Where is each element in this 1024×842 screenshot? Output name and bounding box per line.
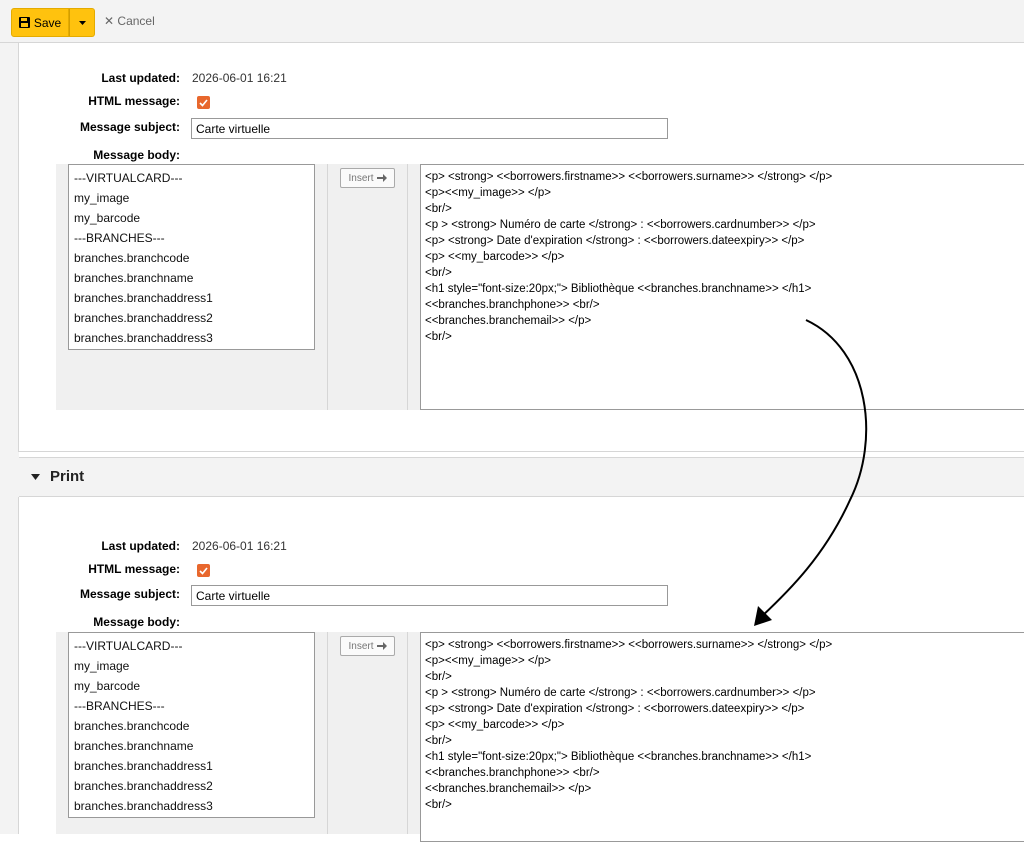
save-button-group: Save [11, 8, 95, 37]
html-message-label: HTML message: [88, 94, 180, 108]
code-line: <h1 style="font-size:20px;"> Bibliothèqu… [425, 283, 812, 295]
insert-label: Insert [348, 640, 374, 652]
code-line: <p> <strong> Date d'expiration </strong>… [425, 235, 805, 247]
close-icon: ✕ [104, 14, 115, 28]
list-item[interactable]: my_barcode [74, 208, 314, 228]
list-item[interactable]: branches.branchcode [74, 716, 314, 736]
list-item[interactable]: branches.branchaddress1 [74, 288, 314, 308]
code-line: <p > <strong> Numéro de carte </strong> … [425, 219, 816, 231]
last-updated-value: 2026-06-01 16:21 [192, 539, 287, 553]
insert-label: Insert [348, 172, 374, 184]
toolbar: Save ✕ Cancel [0, 0, 1024, 43]
column-divider [407, 632, 408, 834]
list-item[interactable]: ---VIRTUALCARD--- [74, 636, 314, 656]
print-section-title: Print [50, 468, 85, 485]
message-body-textarea[interactable]: <p> <strong> <<borrowers.firstname>> <<b… [420, 164, 1024, 410]
column-divider [327, 632, 328, 834]
code-line: <p><<my_image>> </p> [425, 655, 551, 667]
code-line: <p > <strong> Numéro de carte </strong> … [425, 687, 816, 699]
code-line: <br/> [425, 735, 452, 747]
code-line: <p> <strong> Date d'expiration </strong>… [425, 703, 805, 715]
code-line: <br/> [425, 671, 452, 683]
message-subject-label: Message subject: [79, 587, 180, 601]
code-line: <p> <strong> <<borrowers.firstname>> <<b… [425, 639, 833, 651]
cancel-label: Cancel [117, 14, 155, 28]
panel-border [18, 43, 19, 452]
message-subject-input[interactable] [191, 118, 668, 139]
code-line: <br/> [425, 267, 452, 279]
save-button[interactable]: Save [11, 8, 69, 37]
insert-button[interactable]: Insert [340, 636, 395, 656]
message-subject-input[interactable] [191, 585, 668, 606]
save-label: Save [33, 15, 62, 30]
cancel-button[interactable]: ✕ Cancel [104, 14, 155, 28]
arrow-right-icon [376, 642, 387, 650]
left-gutter [0, 43, 19, 834]
message-subject-label: Message subject: [79, 120, 180, 134]
fields-list[interactable]: ---VIRTUALCARD--- my_image my_barcode ---BR… [68, 164, 315, 350]
html-message-label: HTML message: [88, 562, 180, 576]
checkmark-icon [199, 98, 208, 107]
code-line: <p> <<my_barcode>> </p> [425, 719, 565, 731]
list-item[interactable]: ---VIRTUALCARD--- [74, 168, 314, 188]
list-item[interactable]: branches.branchaddress2 [74, 776, 314, 796]
code-line: <<branches.branchphone>> <br/> [425, 767, 600, 779]
last-updated-label: Last updated: [101, 71, 180, 85]
save-options-dropdown[interactable] [69, 8, 95, 37]
html-message-checkbox[interactable] [197, 564, 210, 577]
list-item[interactable]: branches.branchaddress3 [74, 328, 314, 348]
print-section-header[interactable]: Print [19, 457, 1024, 497]
list-item[interactable]: my_image [74, 188, 314, 208]
code-line: <<branches.branchemail>> </p> [425, 783, 592, 795]
message-body-label: Message body: [93, 148, 180, 162]
floppy-disk-icon [18, 17, 30, 28]
last-updated-label: Last updated: [101, 539, 180, 553]
list-item[interactable]: branches.branchname [74, 268, 314, 288]
list-item[interactable]: my_barcode [74, 676, 314, 696]
last-updated-value: 2026-06-01 16:21 [192, 71, 287, 85]
list-item[interactable]: ---BRANCHES--- [74, 228, 314, 248]
list-item[interactable]: branches.branchaddress3 [74, 796, 314, 816]
message-editor: ---VIRTUALCARD--- my_image my_barcode ---BR… [56, 164, 1024, 410]
panel-border [18, 497, 19, 834]
list-item[interactable]: branches.branchaddress2 [74, 308, 314, 328]
code-line: <p> <strong> <<borrowers.firstname>> <<b… [425, 171, 833, 183]
list-item[interactable]: branches.branchcode [74, 248, 314, 268]
code-line: <br/> [425, 331, 452, 343]
list-item[interactable]: my_image [74, 656, 314, 676]
code-line: <p> <<my_barcode>> </p> [425, 251, 565, 263]
checkmark-icon [199, 566, 208, 575]
code-line: <<branches.branchemail>> </p> [425, 315, 592, 327]
arrow-right-icon [376, 174, 387, 182]
caret-down-icon [31, 474, 40, 480]
list-item[interactable]: branches.branchaddress1 [74, 756, 314, 776]
html-message-checkbox[interactable] [197, 96, 210, 109]
column-divider [327, 164, 328, 410]
list-item[interactable]: ---BRANCHES--- [74, 696, 314, 716]
code-line: <br/> [425, 203, 452, 215]
list-item[interactable]: branches.branchname [74, 736, 314, 756]
insert-button[interactable]: Insert [340, 168, 395, 188]
caret-down-icon [78, 20, 86, 25]
fields-list[interactable]: ---VIRTUALCARD--- my_image my_barcode ---BR… [68, 632, 315, 818]
code-line: <p><<my_image>> </p> [425, 187, 551, 199]
column-divider [407, 164, 408, 410]
message-editor: ---VIRTUALCARD--- my_image my_barcode ---BR… [56, 632, 1024, 842]
code-line: <<branches.branchphone>> <br/> [425, 299, 600, 311]
message-body-textarea[interactable]: <p> <strong> <<borrowers.firstname>> <<b… [420, 632, 1024, 842]
code-line: <br/> [425, 799, 452, 811]
panel-border [18, 451, 1024, 452]
code-line: <h1 style="font-size:20px;"> Bibliothèqu… [425, 751, 812, 763]
message-body-label: Message body: [93, 615, 180, 629]
